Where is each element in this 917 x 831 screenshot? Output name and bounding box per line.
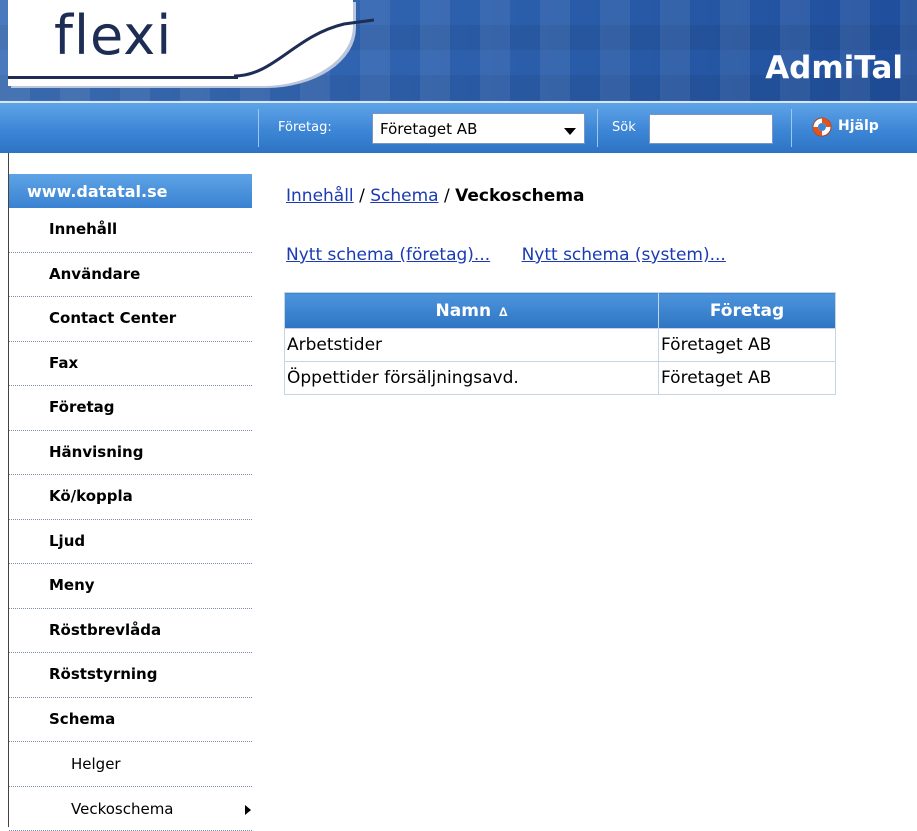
sidebar-item-label: Röstbrevlåda [49,621,161,639]
sidebar-item-label: Hänvisning [49,443,143,461]
help-link[interactable]: Hjälp [838,118,879,134]
column-header-namn[interactable]: Namn ∆ [285,293,659,329]
sidebar-item-foretag[interactable]: Företag [9,386,252,431]
sidebar-item-label: Schema [49,710,115,728]
sidebar-item-contact-center[interactable]: Contact Center [9,297,252,342]
sidebar-item-anvandare[interactable]: Användare [9,253,252,298]
table-header-row: Namn ∆ Företag [285,293,836,329]
sidebar-item-label: Helger [71,755,121,773]
breadcrumb-current: Veckoschema [455,186,584,206]
search-label: Sök [612,120,636,135]
toolbar-separator [597,109,598,147]
sidebar-item-label: Contact Center [49,309,176,327]
search-input[interactable] [649,114,773,144]
company-label: Företag: [278,120,332,135]
toolbar-separator [791,109,792,147]
breadcrumb-link-schema[interactable]: Schema [370,186,438,206]
sidebar-item-label: Kö/koppla [49,487,133,505]
column-header-label: Namn [436,301,492,321]
breadcrumb: Innehåll / Schema / Veckoschema [286,186,585,206]
logo-swoosh-icon [234,16,374,82]
header-banner: flexi AdmiTal [0,0,917,101]
sidebar-item-rostbrevlada[interactable]: Röstbrevlåda [9,609,252,654]
sidebar-subitem-helger[interactable]: Helger [9,742,252,787]
sidebar-subitem-veckoschema[interactable]: Veckoschema [9,787,252,831]
table-cell-name[interactable]: Öppettider försäljningsavd. [285,362,659,395]
app-title: AdmiTal [765,50,903,86]
sidebar-item-label: Innehåll [49,220,117,238]
table-cell-name[interactable]: Arbetstider [285,329,659,362]
arrow-right-icon [245,805,251,815]
sidebar-item-hanvisning[interactable]: Hänvisning [9,431,252,476]
company-select-value: Företaget AB [380,120,477,138]
sidebar-item-meny[interactable]: Meny [9,564,252,609]
sidebar-item-fax[interactable]: Fax [9,342,252,387]
table-cell-company: Företaget AB [659,362,836,395]
company-select[interactable]: Företaget AB [372,113,585,144]
table-cell-company: Företaget AB [659,329,836,362]
toolbar: Företag: Företaget AB Sök Hjälp [0,101,917,153]
column-header-label: Företag [710,301,784,321]
action-links: Nytt schema (företag)... Nytt schema (sy… [286,245,752,265]
chevron-down-icon [564,128,576,135]
sidebar-item-ko-koppla[interactable]: Kö/koppla [9,475,252,520]
sidebar-item-label: Veckoschema [71,800,174,818]
table-row[interactable]: Öppettider försäljningsavd. Företaget AB [285,362,836,395]
new-system-schedule-link[interactable]: Nytt schema (system)... [522,245,726,265]
breadcrumb-link-innehall[interactable]: Innehåll [286,186,354,206]
sidebar-item-label: Ljud [49,532,85,550]
sidebar-item-label: Röststyrning [49,665,157,683]
sidebar-item-schema[interactable]: Schema [9,698,252,743]
sidebar-item-label: Företag [49,398,115,416]
breadcrumb-separator: / [354,186,371,206]
schedule-table: Namn ∆ Företag Arbetstider Företaget AB Ö… [284,292,836,395]
site-link[interactable]: www.datatal.se [9,174,252,208]
column-header-foretag[interactable]: Företag [659,293,836,329]
new-company-schedule-link[interactable]: Nytt schema (företag)... [286,245,490,265]
sidebar-item-roststyrning[interactable]: Röststyrning [9,653,252,698]
sidebar-nav: Innehåll Användare Contact Center Fax Fö… [9,208,252,831]
logo: flexi [8,0,353,92]
sidebar-item-ljud[interactable]: Ljud [9,520,252,565]
sidebar-item-label: Användare [49,265,140,283]
sidebar-item-innehall[interactable]: Innehåll [9,208,252,253]
breadcrumb-separator: / [439,186,456,206]
sidebar-item-label: Meny [49,576,95,594]
table-row[interactable]: Arbetstider Företaget AB [285,329,836,362]
toolbar-separator [258,109,259,147]
lifebuoy-icon[interactable] [812,117,832,137]
sidebar-item-label: Fax [49,354,78,372]
logo-text: flexi [54,6,172,66]
sort-ascending-icon: ∆ [499,305,507,319]
